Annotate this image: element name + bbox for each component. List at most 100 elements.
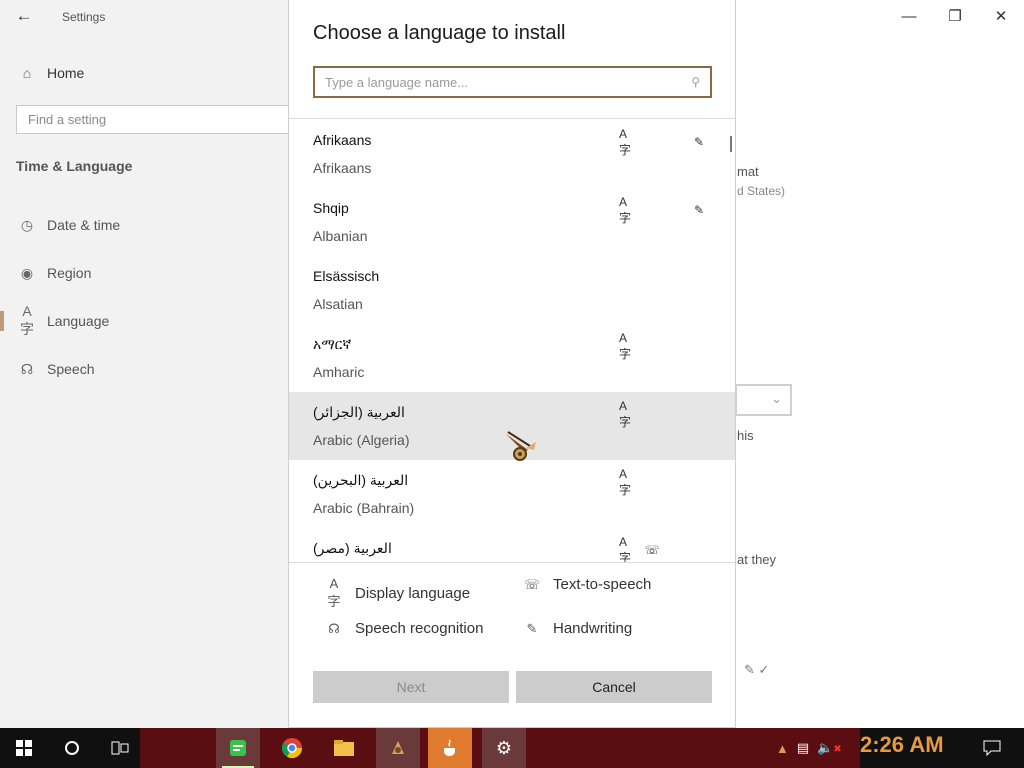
display-language-icon: A字	[619, 126, 632, 157]
next-button[interactable]: Next	[313, 671, 509, 703]
chevron-down-icon: ⌄	[771, 391, 782, 406]
tray-app-icon[interactable]: ▲	[776, 741, 789, 756]
bg-this-text: his	[737, 428, 754, 443]
notification-center-icon[interactable]	[970, 728, 1014, 768]
language-english-name: Albanian	[313, 228, 368, 244]
legend-label: Handwriting	[553, 620, 633, 637]
start-icon[interactable]	[2, 728, 46, 768]
window-controls: — ❐ ✕	[886, 0, 1024, 32]
settings-sidebar: ← Settings ⌂ Home Find a setting Time & …	[0, 0, 294, 728]
globe-icon: ◉	[20, 264, 34, 281]
bg-that-they-text: at they	[737, 552, 777, 567]
nav-item-label: Language	[47, 313, 110, 329]
legend-label: Speech recognition	[355, 620, 484, 637]
section-title: Time & Language	[16, 158, 133, 174]
display-language-icon: A字	[619, 466, 632, 497]
nav-item-date-time[interactable]: ◷ Date & time	[16, 214, 120, 236]
search-icon: ⚲	[691, 75, 700, 89]
handwriting-icon: ✎	[526, 620, 538, 636]
microphone-icon: ☊	[20, 360, 34, 377]
game-app-icon[interactable]	[376, 728, 420, 768]
list-item[interactable]: العربية (مصر) A字 ☏	[289, 528, 735, 563]
legend-label: Display language	[355, 584, 471, 602]
chrome-icon[interactable]	[270, 728, 314, 768]
cancel-button[interactable]: Cancel	[516, 671, 712, 703]
language-native-name: العربية (البحرين)	[313, 472, 409, 488]
settings-gear-icon[interactable]: ⚙	[482, 728, 526, 768]
java-app-icon[interactable]	[428, 728, 472, 768]
bg-format-text: mat	[737, 164, 759, 179]
display-language-icon: A字	[619, 194, 632, 225]
nav-item-label: Date & time	[47, 217, 121, 233]
nav-item-region[interactable]: ◉ Region	[16, 262, 91, 284]
language-search-input[interactable]: Type a language name... ⚲	[313, 66, 712, 98]
restore-icon[interactable]: ❐	[932, 0, 978, 32]
language-english-name: Arabic (Bahrain)	[313, 500, 415, 516]
cursor-icon	[506, 431, 536, 461]
legend-display-language: A字 Display language	[325, 576, 470, 610]
language-english-name: Afrikaans	[313, 160, 372, 176]
list-item[interactable]: Afrikaans Afrikaans A字 ✎	[289, 120, 735, 188]
list-item[interactable]: Elsässisch Alsatian	[289, 256, 735, 324]
legend-handwriting: ✎ Handwriting	[523, 620, 633, 637]
dialog-title: Choose a language to install	[313, 22, 566, 44]
language-english-name: Arabic (Algeria)	[313, 432, 410, 448]
language-native-name: العربية (مصر)	[313, 540, 392, 556]
nav-item-label: Speech	[47, 361, 95, 377]
text-to-speech-icon: ☏	[644, 543, 660, 557]
microphone-icon: ☊	[328, 620, 340, 636]
language-native-name: Elsässisch	[313, 268, 380, 284]
file-explorer-icon[interactable]	[322, 728, 366, 768]
handwriting-icon: ✎	[693, 135, 705, 149]
legend-speech-recognition: ☊ Speech recognition	[325, 620, 483, 637]
language-list[interactable]: Afrikaans Afrikaans A字 ✎ Shqip Albanian …	[289, 120, 735, 562]
display-language-icon: A字	[327, 576, 341, 609]
language-english-name: Amharic	[313, 364, 365, 380]
notes-app-icon[interactable]	[216, 728, 260, 768]
app-title: Settings	[62, 10, 106, 24]
nav-item-label: Region	[47, 265, 92, 281]
list-item[interactable]: አማርኛ Amharic A字	[289, 324, 735, 392]
taskbar-clock[interactable]: 2:26 AM	[860, 732, 944, 758]
bg-united-states-text: d States)	[737, 184, 786, 198]
display-language-icon: A字	[619, 398, 632, 429]
nav-item-speech[interactable]: ☊ Speech	[16, 358, 95, 380]
legend-text-to-speech: ☏ Text-to-speech	[523, 576, 652, 593]
calendar-clock-icon: ◷	[20, 216, 34, 233]
nav-home-label: Home	[47, 65, 85, 81]
find-setting-input[interactable]: Find a setting	[16, 105, 294, 134]
divider	[289, 118, 735, 119]
scrollbar-thumb[interactable]	[730, 136, 732, 152]
network-icon[interactable]: ▤	[797, 740, 809, 756]
language-icon: A字	[20, 303, 34, 337]
close-icon[interactable]: ✕	[978, 0, 1024, 32]
list-item[interactable]: العربية (البحرين) Arabic (Bahrain) A字	[289, 460, 735, 528]
language-native-name: አማርኛ	[313, 336, 352, 352]
minimize-icon[interactable]: —	[886, 0, 932, 32]
list-item[interactable]: Shqip Albanian A字 ✎	[289, 188, 735, 256]
language-english-name: Alsatian	[313, 296, 363, 312]
text-to-speech-icon: ☏	[523, 576, 541, 592]
handwriting-icon: ✎	[693, 203, 705, 217]
display-language-icon: A字	[619, 534, 632, 563]
language-native-name: Shqip	[313, 200, 349, 216]
find-setting-placeholder: Find a setting	[28, 112, 107, 127]
bg-dropdown[interactable]: ⌄	[735, 384, 792, 416]
nav-home[interactable]: ⌂ Home	[16, 62, 85, 84]
cortana-icon[interactable]	[50, 728, 94, 768]
display-language-icon: A字	[619, 330, 632, 361]
back-arrow-icon[interactable]: ←	[8, 4, 40, 28]
language-search-placeholder: Type a language name...	[325, 74, 469, 90]
home-icon: ⌂	[22, 65, 32, 81]
volume-muted-icon[interactable]: 🔈✖	[817, 740, 842, 756]
system-tray: ▲ ▤ 🔈✖	[776, 728, 842, 768]
language-native-name: العربية (الجزائر)	[313, 404, 405, 420]
handwriting-icon: ✎ ✓	[744, 662, 770, 677]
divider	[289, 562, 735, 563]
nav-item-language[interactable]: A字 Language	[16, 303, 110, 337]
language-native-name: Afrikaans	[313, 132, 372, 148]
language-install-dialog: Choose a language to install Type a lang…	[288, 0, 736, 728]
nav-active-indicator	[0, 311, 4, 331]
legend-label: Text-to-speech	[553, 576, 652, 593]
task-view-icon[interactable]	[98, 728, 142, 768]
